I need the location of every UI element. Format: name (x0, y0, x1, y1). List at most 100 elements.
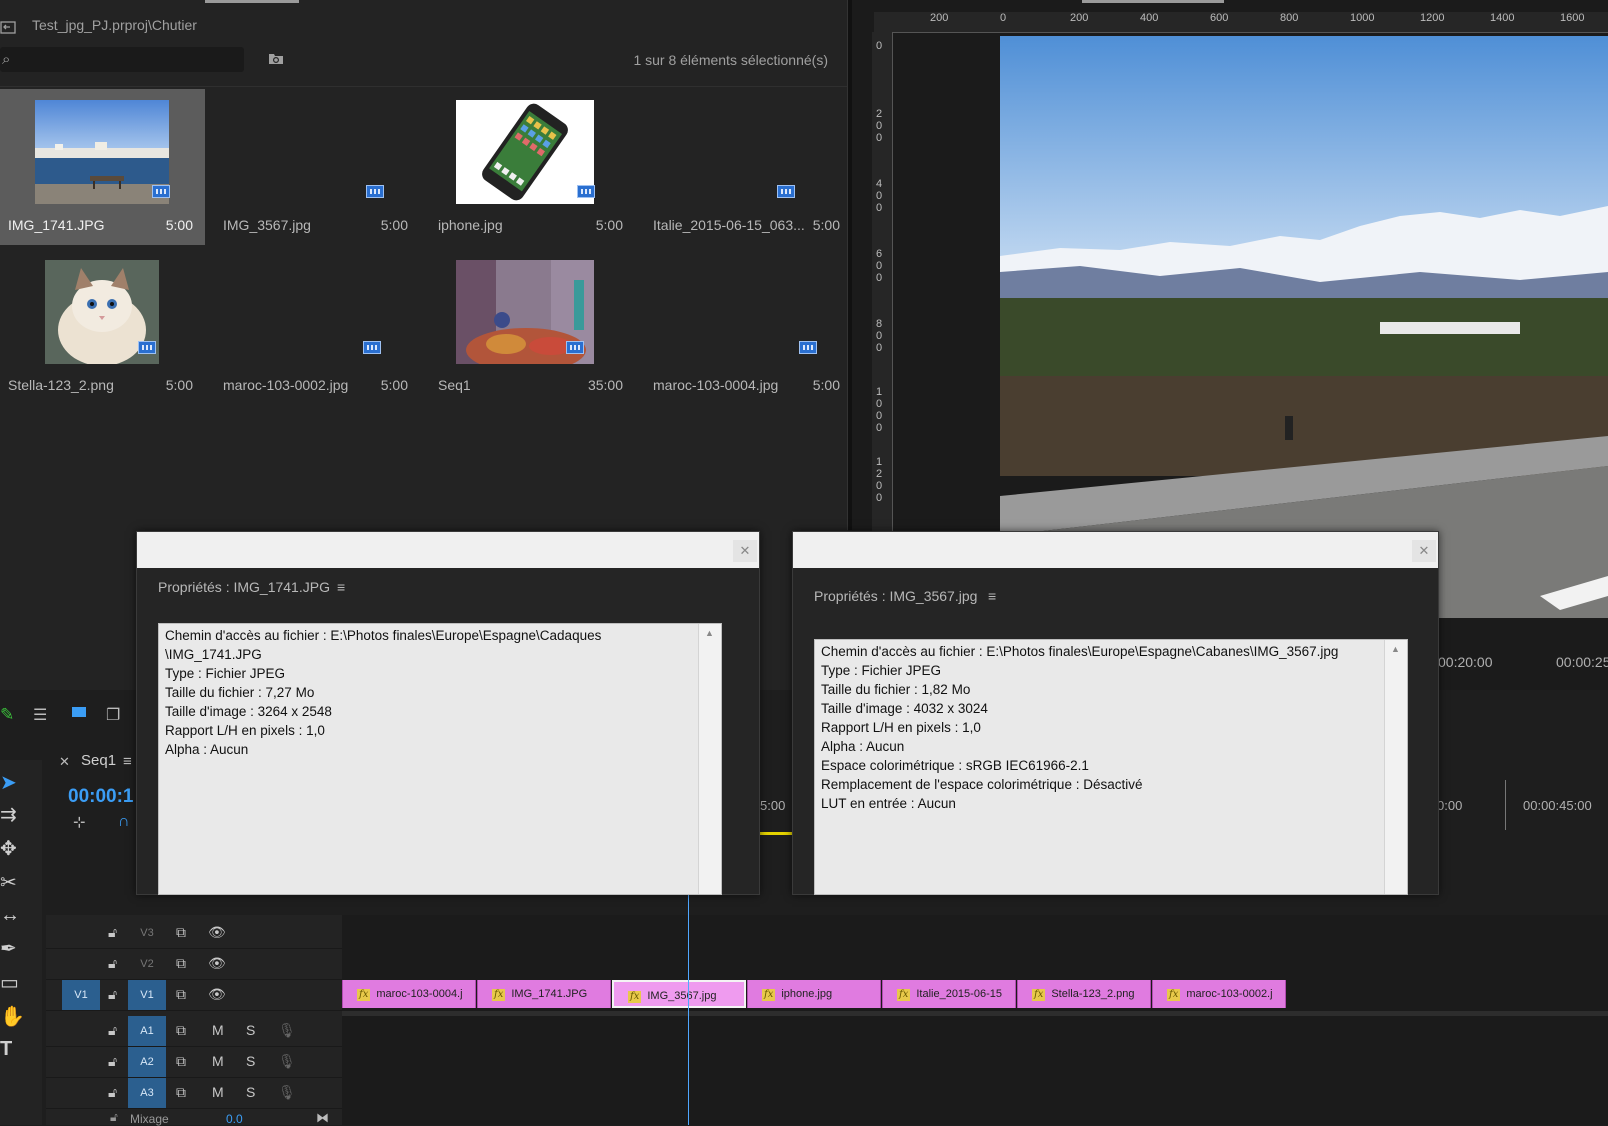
snap-magnet-icon[interactable]: ∩ (118, 813, 130, 831)
project-item-maroc-0004[interactable]: maroc-103-0004.jpg 5:00 (645, 249, 845, 405)
close-icon[interactable]: ✕ (733, 540, 757, 562)
work-area-bar[interactable] (758, 832, 792, 835)
item-duration: 35:00 (587, 377, 623, 393)
solo-button[interactable]: S (246, 1022, 255, 1038)
track-label[interactable]: A1 (128, 1016, 166, 1046)
playhead[interactable] (688, 890, 689, 1125)
selection-tool-icon[interactable]: ➤ (0, 770, 26, 796)
timeline-timecode[interactable]: 00:00:1 (68, 786, 134, 808)
timeline-clip[interactable]: fx iphone.jpg (747, 980, 881, 1008)
mute-button[interactable]: M (212, 1053, 224, 1069)
video-audio-separator[interactable] (342, 1011, 1608, 1016)
ripple-edit-tool-icon[interactable]: ✥ (0, 836, 26, 862)
sync-lock-icon[interactable]: ⧉ (176, 1022, 186, 1039)
slip-tool-icon[interactable]: ↔ (0, 904, 26, 930)
mute-button[interactable]: M (212, 1084, 224, 1100)
timeline-clip[interactable]: fx maroc-103-0002.j (1152, 980, 1286, 1008)
track-label[interactable]: V1 (128, 980, 166, 1010)
dialog-scrollbar[interactable] (698, 624, 721, 894)
lock-icon[interactable]: 🔓︎ (108, 955, 117, 972)
timeline-ruler-label: 0:00 (1437, 798, 1463, 813)
track-select-tool-icon[interactable]: ⇉ (0, 802, 26, 828)
clip-label: Italie_2015-06-15 (916, 988, 1002, 1000)
still-image-badge-icon (152, 185, 170, 198)
close-icon[interactable]: ✕ (59, 754, 70, 770)
track-label[interactable]: A2 (128, 1047, 166, 1077)
rectangle-tool-icon[interactable]: ▭ (0, 970, 26, 996)
timeline-clip[interactable]: fx maroc-103-0004.j (342, 980, 476, 1008)
lock-icon[interactable]: 🔓︎ (108, 1053, 117, 1070)
monitor-time-label: 00:20:00 (1438, 654, 1493, 670)
lock-icon[interactable]: 🔓︎ (110, 1110, 118, 1125)
sync-lock-icon[interactable]: ⧉ (176, 955, 186, 972)
lock-icon[interactable]: 🔓︎ (108, 1022, 117, 1039)
solo-button[interactable]: S (246, 1084, 255, 1100)
new-search-bin-icon[interactable] (268, 52, 284, 65)
project-search-input[interactable] (0, 47, 244, 72)
project-item-iphone[interactable]: iphone.jpg 5:00 (430, 89, 635, 245)
fx-badge: fx (1167, 989, 1181, 1001)
close-icon[interactable]: ✕ (1412, 540, 1436, 562)
razor-tool-icon[interactable]: ✂ (0, 870, 26, 896)
hand-tool-icon[interactable]: ✋ (0, 1004, 26, 1030)
properties-text[interactable]: Chemin d'accès au fichier : E:\Photos fi… (814, 639, 1408, 895)
project-item-img-3567[interactable]: IMG_3567.jpg 5:00 (215, 89, 420, 245)
menu-icon[interactable]: ≡ (123, 753, 132, 770)
microphone-icon[interactable]: 🎙︎ (278, 1053, 296, 1070)
sequence-tab[interactable]: Seq1 (81, 752, 116, 769)
panel-menu-icon[interactable]: ≡ (988, 588, 996, 604)
timeline-clip[interactable]: fx IMG_1741.JPG (477, 980, 611, 1008)
pencil-icon[interactable]: ✎ (0, 705, 14, 725)
solo-button[interactable]: S (246, 1053, 255, 1069)
pen-tool-icon[interactable]: ✒ (0, 936, 26, 962)
panel-menu-icon[interactable]: ≡ (337, 579, 345, 595)
clip-label: Stella-123_2.png (1051, 988, 1135, 1000)
source-patch-v1[interactable]: V1 (62, 980, 100, 1010)
lock-icon[interactable]: 🔓︎ (108, 986, 117, 1003)
project-item-italie[interactable]: Italie_2015-06-15_063... 5:00 (645, 89, 845, 245)
track-label[interactable]: V2 (128, 949, 166, 979)
project-item-seq1[interactable]: Seq1 35:00 (430, 249, 635, 405)
sync-lock-icon[interactable]: ⧉ (176, 1053, 186, 1070)
type-tool-icon[interactable]: T (0, 1038, 26, 1064)
properties-text[interactable]: Chemin d'accès au fichier : E:\Photos fi… (158, 623, 722, 895)
eye-icon[interactable]: 👁︎ (208, 986, 226, 1003)
sync-lock-icon[interactable]: ⧉ (176, 1084, 186, 1101)
project-item-stella[interactable]: Stella-123_2.png 5:00 (0, 249, 205, 405)
go-to-end-icon[interactable]: ⧓ (316, 1110, 329, 1126)
parent-bin-icon[interactable] (0, 20, 16, 34)
lock-icon[interactable]: 🔓︎ (108, 924, 117, 941)
eye-icon[interactable]: 👁︎ (208, 924, 226, 941)
icon-view-icon[interactable] (72, 707, 86, 717)
microphone-icon[interactable]: 🎙︎ (278, 1084, 296, 1101)
dialog-titlebar[interactable] (793, 532, 1438, 568)
mix-value[interactable]: 0.0 (226, 1112, 243, 1126)
item-name: maroc-103-0002.jpg (223, 377, 349, 393)
list-view-icon[interactable]: ☰ (33, 705, 47, 725)
property-line: Chemin d'accès au fichier : E:\Photos fi… (821, 644, 1339, 659)
track-a3: 🔓︎ A3 ⧉ M S 🎙︎ (46, 1078, 342, 1109)
still-image-badge-icon (577, 185, 595, 198)
timeline-clip-selected[interactable]: fx IMG_3567.jpg (612, 980, 746, 1008)
sync-lock-icon[interactable]: ⧉ (176, 924, 186, 941)
microphone-icon[interactable]: 🎙︎ (278, 1022, 296, 1039)
dialog-scrollbar[interactable] (1384, 640, 1407, 894)
sync-lock-icon[interactable]: ⧉ (176, 986, 186, 1003)
ruler-tick: 0 (1000, 12, 1007, 24)
dialog-title: Propriétés : IMG_1741.JPG (158, 579, 330, 595)
track-label[interactable]: A3 (128, 1078, 166, 1108)
timeline-clip[interactable]: fx Italie_2015-06-15 (882, 980, 1016, 1008)
eye-icon[interactable]: 👁︎ (208, 955, 226, 972)
project-item-maroc-0002[interactable]: maroc-103-0002.jpg 5:00 (215, 249, 420, 405)
insert-nest-icon[interactable]: ⊹ (73, 813, 86, 831)
track-label[interactable]: V3 (128, 918, 166, 948)
timeline-clip[interactable]: fx Stella-123_2.png (1017, 980, 1151, 1008)
ruler-tick: 1 0 0 0 (876, 386, 883, 434)
mute-button[interactable]: M (212, 1022, 224, 1038)
clip-label: maroc-103-0004.j (376, 988, 463, 1000)
dialog-titlebar[interactable] (137, 532, 759, 568)
project-item-img-1741[interactable]: IMG_1741.JPG 5:00 (0, 89, 205, 245)
ruler-tick: 200 (1070, 12, 1089, 24)
freeform-view-icon[interactable]: ❐ (106, 705, 120, 725)
lock-icon[interactable]: 🔓︎ (108, 1084, 117, 1101)
